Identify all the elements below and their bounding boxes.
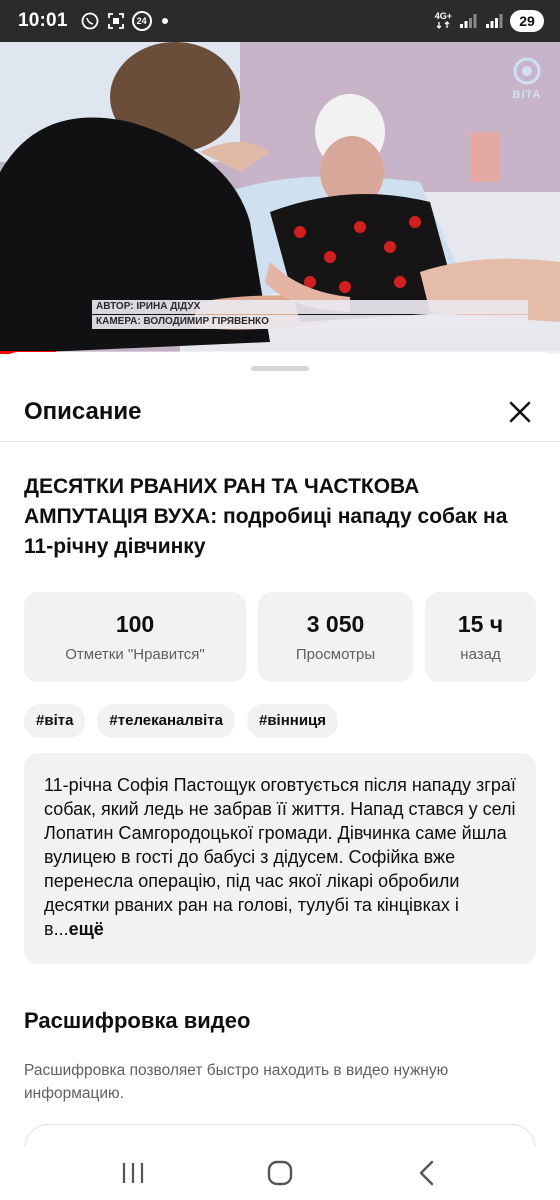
hashtag-vita[interactable]: #віта — [24, 704, 86, 738]
notification-count-badge: 24 — [131, 11, 152, 31]
credit-author: АВТОР: ІРИНА ДІДУХ — [92, 300, 528, 314]
signal-1-icon — [458, 11, 478, 31]
description-body: 11-річна Софія Пастощук оговтується післ… — [44, 775, 516, 939]
drag-handle[interactable] — [251, 366, 309, 371]
video-player[interactable]: ВІТА АВТОР: ІРИНА ДІДУХ КАМЕРА: ВОЛОДИМИ… — [0, 42, 560, 354]
likes-stat: 100 Отметки "Нравится" — [24, 592, 246, 682]
close-button[interactable] — [504, 396, 536, 428]
hashtag-vinnytsia[interactable]: #вінниця — [246, 704, 339, 738]
description-box[interactable]: 11-річна Софія Пастощук оговтується післ… — [24, 753, 536, 964]
show-transcript-button[interactable] — [24, 1124, 536, 1146]
credit-camera: КАМЕРА: ВОЛОДИМИР ГІРЯВЕНКО — [92, 315, 528, 329]
video-stats: 100 Отметки "Нравится" 3 050 Просмотры 1… — [24, 592, 536, 682]
home-button[interactable] — [250, 1153, 310, 1193]
viber-icon — [80, 11, 100, 31]
likes-count: 100 — [115, 611, 155, 637]
recent-apps-button[interactable] — [103, 1153, 163, 1193]
status-system-icons: 4G+ 29 — [435, 10, 544, 32]
transcript-description: Расшифровка позволяет быстро находить в … — [24, 1062, 449, 1102]
header-divider — [0, 441, 560, 442]
status-time: 10:01 — [18, 10, 68, 31]
views-count: 3 050 — [306, 611, 365, 637]
back-button[interactable] — [397, 1153, 457, 1193]
video-title: ДЕСЯТКИ РВАНИХ РАН ТА ЧАСТКОВА АМПУТАЦІЯ… — [24, 472, 540, 562]
network-type-label: 4G+ — [434, 10, 452, 21]
upload-age-value: 15 ч — [457, 611, 504, 637]
upload-age-stat: 15 ч назад — [425, 592, 536, 682]
network-type: 4G+ — [434, 10, 452, 31]
description-text: 11-річна Софія Пастощук оговтується післ… — [44, 773, 518, 941]
upload-age-label: назад — [460, 646, 501, 663]
close-icon — [509, 401, 531, 423]
more-notifications-dot — [161, 18, 168, 24]
views-stat: 3 050 Просмотры — [258, 592, 413, 682]
status-bar: 10:01 24 4G+ 29 — [0, 0, 560, 42]
status-notifications: 24 — [80, 11, 168, 31]
description-sheet: Описание ДЕСЯТКИ РВАНИХ РАН ТА ЧАСТКОВА … — [0, 352, 560, 1146]
views-label: Просмотры — [295, 646, 376, 663]
home-icon — [267, 1160, 293, 1186]
transcript-title: Расшифровка видео — [24, 1008, 251, 1033]
channel-logo-icon — [513, 57, 541, 85]
likes-label: Отметки "Нравится" — [65, 646, 205, 663]
channel-logo-text: ВІТА — [512, 89, 542, 101]
system-nav-bar — [0, 1146, 560, 1200]
sheet-title: Описание — [24, 398, 142, 425]
video-credits: АВТОР: ІРИНА ДІДУХ КАМЕРА: ВОЛОДИМИР ГІР… — [92, 300, 528, 330]
battery-indicator: 29 — [510, 10, 544, 32]
signal-2-icon — [484, 11, 504, 31]
hashtag-list: #віта #телеканалвіта #вінниця — [24, 704, 339, 738]
show-more-link[interactable]: ещё — [69, 919, 104, 939]
sheet-header: Описание — [0, 382, 560, 442]
back-icon — [419, 1160, 433, 1186]
screenshot-icon — [106, 11, 126, 31]
hashtag-telekanalvita[interactable]: #телеканалвіта — [97, 704, 235, 738]
recent-apps-icon — [123, 1163, 144, 1183]
channel-logo: ВІТА — [512, 56, 542, 101]
